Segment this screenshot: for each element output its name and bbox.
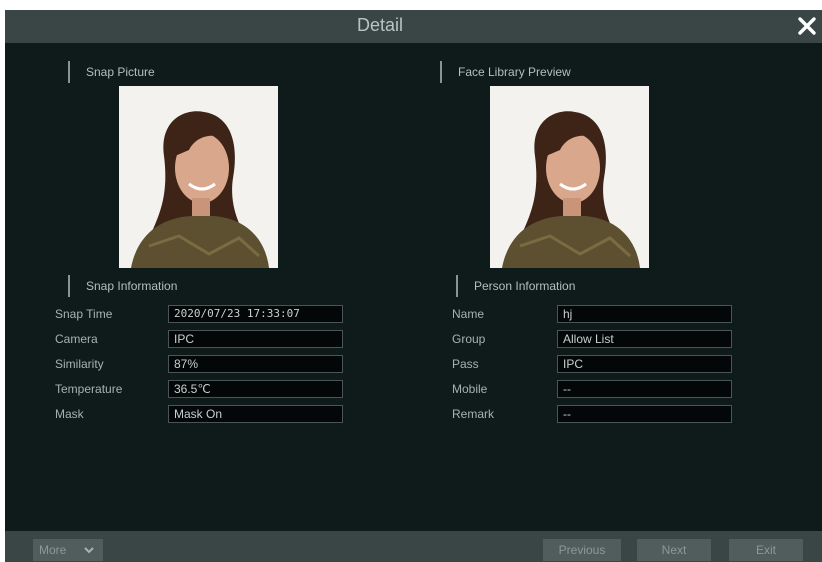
title-bar: Detail (5, 10, 822, 43)
mask-label: Mask (55, 407, 84, 421)
similarity-field: 87% (168, 355, 343, 373)
camera-field: IPC (168, 330, 343, 348)
remark-label: Remark (452, 407, 495, 421)
mobile-field: -- (557, 380, 732, 398)
snap-time-label: Snap Time (55, 307, 113, 321)
snap-picture (119, 86, 278, 268)
group-label: Group (452, 332, 486, 346)
name-field: hj (557, 305, 732, 323)
detail-dialog: Detail Snap Picture Snap Information Sna… (5, 10, 822, 562)
snap-information-label: Snap Information (68, 275, 177, 297)
face-library-picture (490, 86, 649, 268)
exit-button[interactable]: Exit (729, 539, 803, 561)
pass-label: Pass (452, 357, 479, 371)
snap-time-field: 2020/07/23 17:33:07 (168, 305, 343, 323)
person-information-label: Person Information (456, 275, 575, 297)
snap-picture-label: Snap Picture (68, 61, 155, 83)
mobile-label: Mobile (452, 382, 488, 396)
next-button[interactable]: Next (637, 539, 711, 561)
temperature-label: Temperature (55, 382, 123, 396)
previous-button[interactable]: Previous (543, 539, 621, 561)
dialog-title: Detail (356, 15, 404, 35)
chevron-down-icon (84, 547, 94, 554)
close-icon[interactable] (794, 13, 820, 39)
pass-field: IPC (557, 355, 732, 373)
camera-label: Camera (55, 332, 98, 346)
temperature-field: 36.5℃ (168, 380, 343, 398)
footer-bar: More Previous Next Exit (5, 531, 822, 562)
group-field: Allow List (557, 330, 732, 348)
more-button[interactable]: More (33, 539, 103, 561)
remark-field: -- (557, 405, 732, 423)
face-library-preview-label: Face Library Preview (440, 61, 571, 83)
similarity-label: Similarity (55, 357, 104, 371)
name-label: Name (452, 307, 485, 321)
more-button-label: More (39, 543, 67, 557)
mask-field: Mask On (168, 405, 343, 423)
